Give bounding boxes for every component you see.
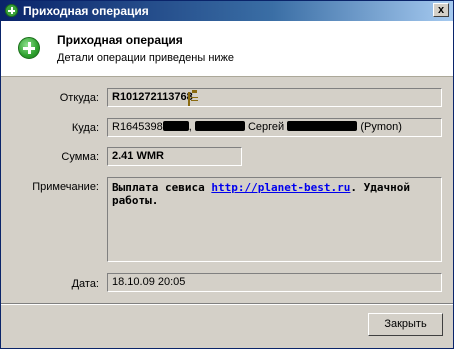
transaction-dialog: Приходная операция x Приходная операция … bbox=[0, 0, 454, 349]
redacted-text bbox=[162, 121, 189, 131]
redacted-text bbox=[287, 121, 358, 131]
note-link[interactable]: http://planet-best.ru bbox=[211, 181, 350, 194]
wallet-icon[interactable] bbox=[187, 92, 190, 106]
plus-circle-icon bbox=[5, 4, 18, 17]
date-field[interactable]: 18.10.09 20:05 bbox=[107, 273, 442, 292]
date-label: Дата: bbox=[71, 278, 99, 290]
footer-divider bbox=[1, 303, 453, 305]
close-window-button[interactable]: x bbox=[433, 3, 449, 17]
title-bar[interactable]: Приходная операция x bbox=[1, 1, 453, 21]
from-label: Откуда: bbox=[59, 92, 99, 104]
note-field[interactable]: Выплата севиса http://planet-best.ru. Уд… bbox=[107, 177, 442, 262]
amount-label: Сумма: bbox=[61, 151, 99, 163]
close-button[interactable]: Закрыть bbox=[368, 313, 443, 336]
plus-circle-icon bbox=[18, 37, 40, 59]
dialog-header: Приходная операция Детали операции приве… bbox=[1, 21, 453, 77]
from-field[interactable]: R101272113768 bbox=[107, 88, 442, 107]
amount-field[interactable]: 2.41 WMR bbox=[107, 147, 242, 166]
redacted-text bbox=[194, 121, 245, 131]
header-title: Приходная операция bbox=[57, 33, 183, 47]
window-title: Приходная операция bbox=[23, 4, 149, 18]
to-label: Куда: bbox=[71, 122, 99, 134]
to-field[interactable]: R1645398, Сергей (Pymon) bbox=[107, 118, 442, 137]
header-subtitle: Детали операции приведены ниже bbox=[57, 52, 235, 64]
note-label: Примечание: bbox=[32, 181, 99, 193]
